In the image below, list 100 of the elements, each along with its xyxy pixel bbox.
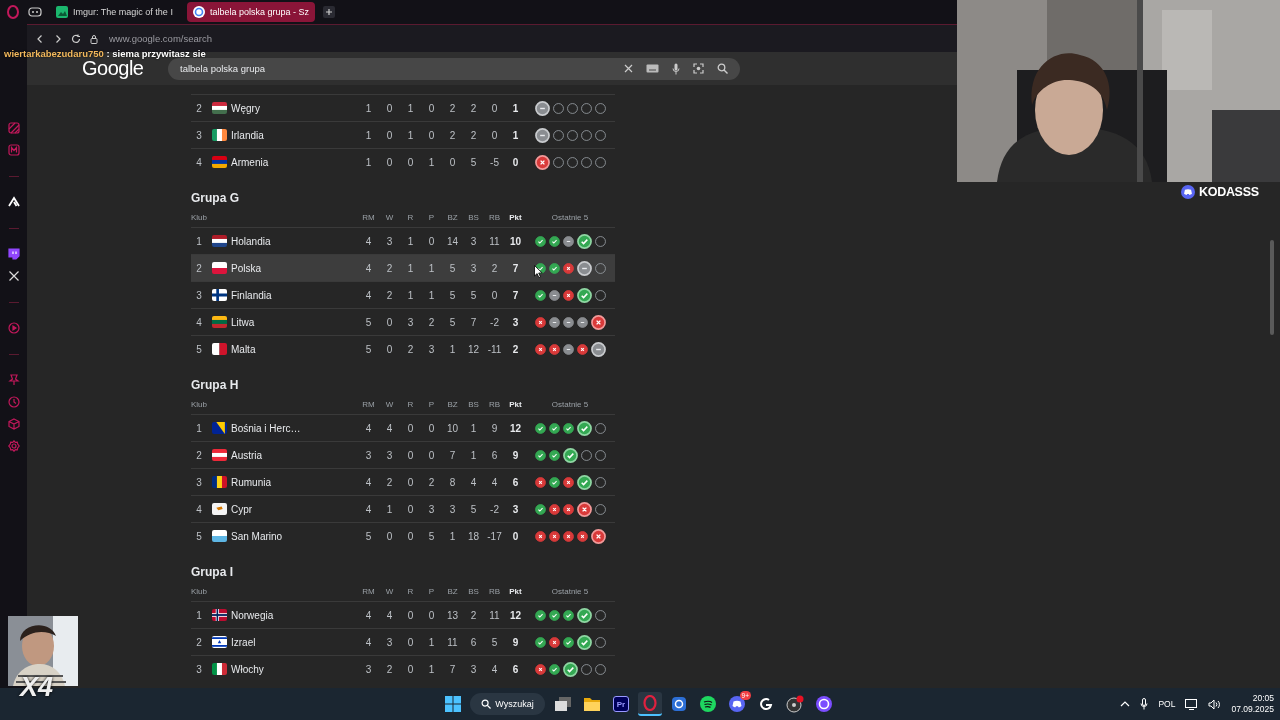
discord-icon[interactable]	[729, 696, 745, 712]
flag-icon	[211, 235, 227, 247]
table-row[interactable]: 5 San Marino 5 0 0 5 1 18 -17 0	[191, 522, 615, 549]
microphone-icon[interactable]	[1140, 698, 1149, 710]
arc-icon[interactable]	[759, 697, 773, 711]
stat-cell-text: 0	[406, 476, 415, 488]
table-row[interactable]: 2 Polska 4 2 1 1 5 3 2 7	[191, 254, 615, 281]
clock-time[interactable]: 20:05	[1252, 693, 1274, 704]
stat-cell-text: 2	[385, 262, 394, 274]
keyboard-icon[interactable]	[646, 64, 659, 73]
flag-icon	[211, 476, 227, 488]
table-row[interactable]: 2 Węgry 1 0 1 0 2 2 0 1	[191, 94, 615, 121]
column-header: Klub	[191, 212, 208, 222]
team-name: Austria	[231, 449, 264, 461]
back-icon[interactable]	[35, 33, 45, 44]
table-row[interactable]: 1 Norwegia 4 4 0 0 13 2 11 12	[191, 601, 615, 628]
stat-cell-text: 0	[490, 129, 499, 141]
table-row[interactable]: 2 Austria 3 3 0 0 7 1 6 9	[191, 441, 615, 468]
table-row[interactable]: 5 Malta 5 0 2 3 1 12 -11 2	[191, 335, 615, 362]
settings-icon[interactable]	[7, 440, 20, 452]
team-name: Malta	[231, 343, 257, 355]
stat-cell-text: 3	[448, 503, 457, 515]
stat-cell-text: 0	[406, 156, 415, 168]
stat-cell-text: 4	[364, 235, 373, 247]
plus-icon[interactable]	[322, 6, 335, 18]
chat-message: : siema przywitasz sie	[105, 48, 206, 59]
microphone-icon[interactable]	[672, 62, 680, 75]
stat-cell-text: 12	[508, 422, 523, 434]
ring-icon[interactable]	[6, 5, 20, 19]
stat-cell-text: 5	[469, 503, 478, 515]
table-row[interactable]: 4 Litwa 5 0 3 2 5 7 -2 3	[191, 308, 615, 335]
table-row[interactable]: 4 Armenia 1 0 0 1 0 5 -5 0	[191, 148, 615, 175]
group-title: Grupa G	[191, 190, 239, 207]
stat-cell-text: 3	[469, 663, 478, 675]
close-icon[interactable]	[624, 64, 633, 73]
browser-tab[interactable]: Imgur: The magic of the I	[50, 2, 179, 22]
stat-cell-text: 0	[406, 449, 415, 461]
play-icon[interactable]	[7, 322, 20, 334]
table-row[interactable]: 4 Cypr 4 1 0 3 3 5 -2 3	[191, 495, 615, 522]
cube-icon[interactable]	[7, 418, 20, 430]
windows-icon[interactable]	[445, 696, 461, 712]
flag-icon	[211, 663, 227, 675]
column-header: R	[406, 399, 415, 409]
spotify-icon[interactable]	[700, 696, 716, 712]
forward-icon[interactable]	[53, 33, 63, 44]
stat-cell-text: 9	[490, 422, 499, 434]
column-header: P	[427, 212, 436, 222]
stat-cell-text: 1	[469, 449, 478, 461]
team-name: Norwegia	[231, 609, 275, 621]
speaker-icon[interactable]	[1208, 698, 1222, 710]
monitor-icon[interactable]	[1185, 698, 1199, 710]
table-row[interactable]: 1 Bośnia i Herc… 4 4 0 0 10 1 9 12	[191, 414, 615, 441]
column-header: RB	[487, 399, 502, 409]
premiere-icon[interactable]: Pr	[613, 696, 629, 712]
stat-cell-text: 6	[511, 476, 520, 488]
table-row[interactable]: 2 Izrael 4 3 0 1 11 6 5 9	[191, 628, 615, 655]
clock-date[interactable]: 07.09.2025	[1231, 704, 1274, 715]
column-header: W	[384, 399, 395, 409]
square-icon[interactable]	[7, 144, 20, 156]
language-indicator[interactable]: POL	[1158, 699, 1176, 709]
table-row[interactable]: 3 Finlandia 4 2 1 1 5 5 0 7	[191, 281, 615, 308]
chat-bubble-icon[interactable]	[7, 248, 20, 260]
team-name: San Marino	[231, 530, 284, 542]
browser-tab[interactable]: talbela polska grupa - Sz	[186, 2, 315, 22]
task-view-icon[interactable]	[555, 697, 571, 711]
stat-cell-text: 11	[488, 235, 501, 247]
x-icon[interactable]	[7, 270, 20, 282]
column-header: Ostatnie 5	[550, 399, 590, 409]
search-button[interactable]: Wyszukaj	[470, 693, 545, 715]
stat-cell-text: 4	[469, 476, 478, 488]
clock-icon[interactable]	[7, 396, 20, 408]
ring-icon[interactable]	[642, 695, 658, 711]
gamepad-icon[interactable]	[28, 7, 42, 17]
rank-cell-text: 3	[195, 476, 203, 488]
table-row[interactable]: 3 Irlandia 1 0 1 0 2 2 0 1	[191, 121, 615, 148]
stat-cell-text: 9	[511, 636, 520, 648]
stat-cell-text: 2	[385, 663, 394, 675]
chevron-up-icon[interactable]	[1120, 700, 1131, 708]
circle-icon[interactable]	[816, 696, 832, 712]
lens-icon[interactable]	[693, 63, 704, 74]
reload-icon[interactable]	[71, 33, 81, 44]
stat-cell-text: 3	[385, 636, 394, 648]
table-row[interactable]: 3 Rumunia 4 2 0 2 8 4 4 6	[191, 468, 615, 495]
folder-icon[interactable]	[584, 697, 600, 711]
url-field[interactable]: www.google.com/search	[109, 33, 212, 44]
camera-icon[interactable]	[671, 696, 687, 712]
chevron-icon[interactable]	[7, 196, 20, 208]
stat-cell-text: 6	[469, 636, 478, 648]
reel-icon[interactable]	[786, 695, 804, 713]
hatched-square-icon[interactable]	[7, 122, 20, 134]
search-field[interactable]: talbela polska grupa	[168, 57, 740, 80]
scrollbar-thumb[interactable]	[1270, 240, 1274, 335]
table-row[interactable]: 3 Włochy 3 2 0 1 7 3 4 6	[191, 655, 615, 682]
column-header: W	[384, 212, 395, 222]
search-icon[interactable]	[717, 63, 728, 74]
stat-cell-text: 3	[427, 503, 436, 515]
stat-cell-text: 12	[466, 343, 481, 355]
pin-icon[interactable]	[7, 374, 20, 386]
stat-cell-text: 6	[511, 663, 520, 675]
rank-cell-text: 3	[195, 289, 203, 301]
